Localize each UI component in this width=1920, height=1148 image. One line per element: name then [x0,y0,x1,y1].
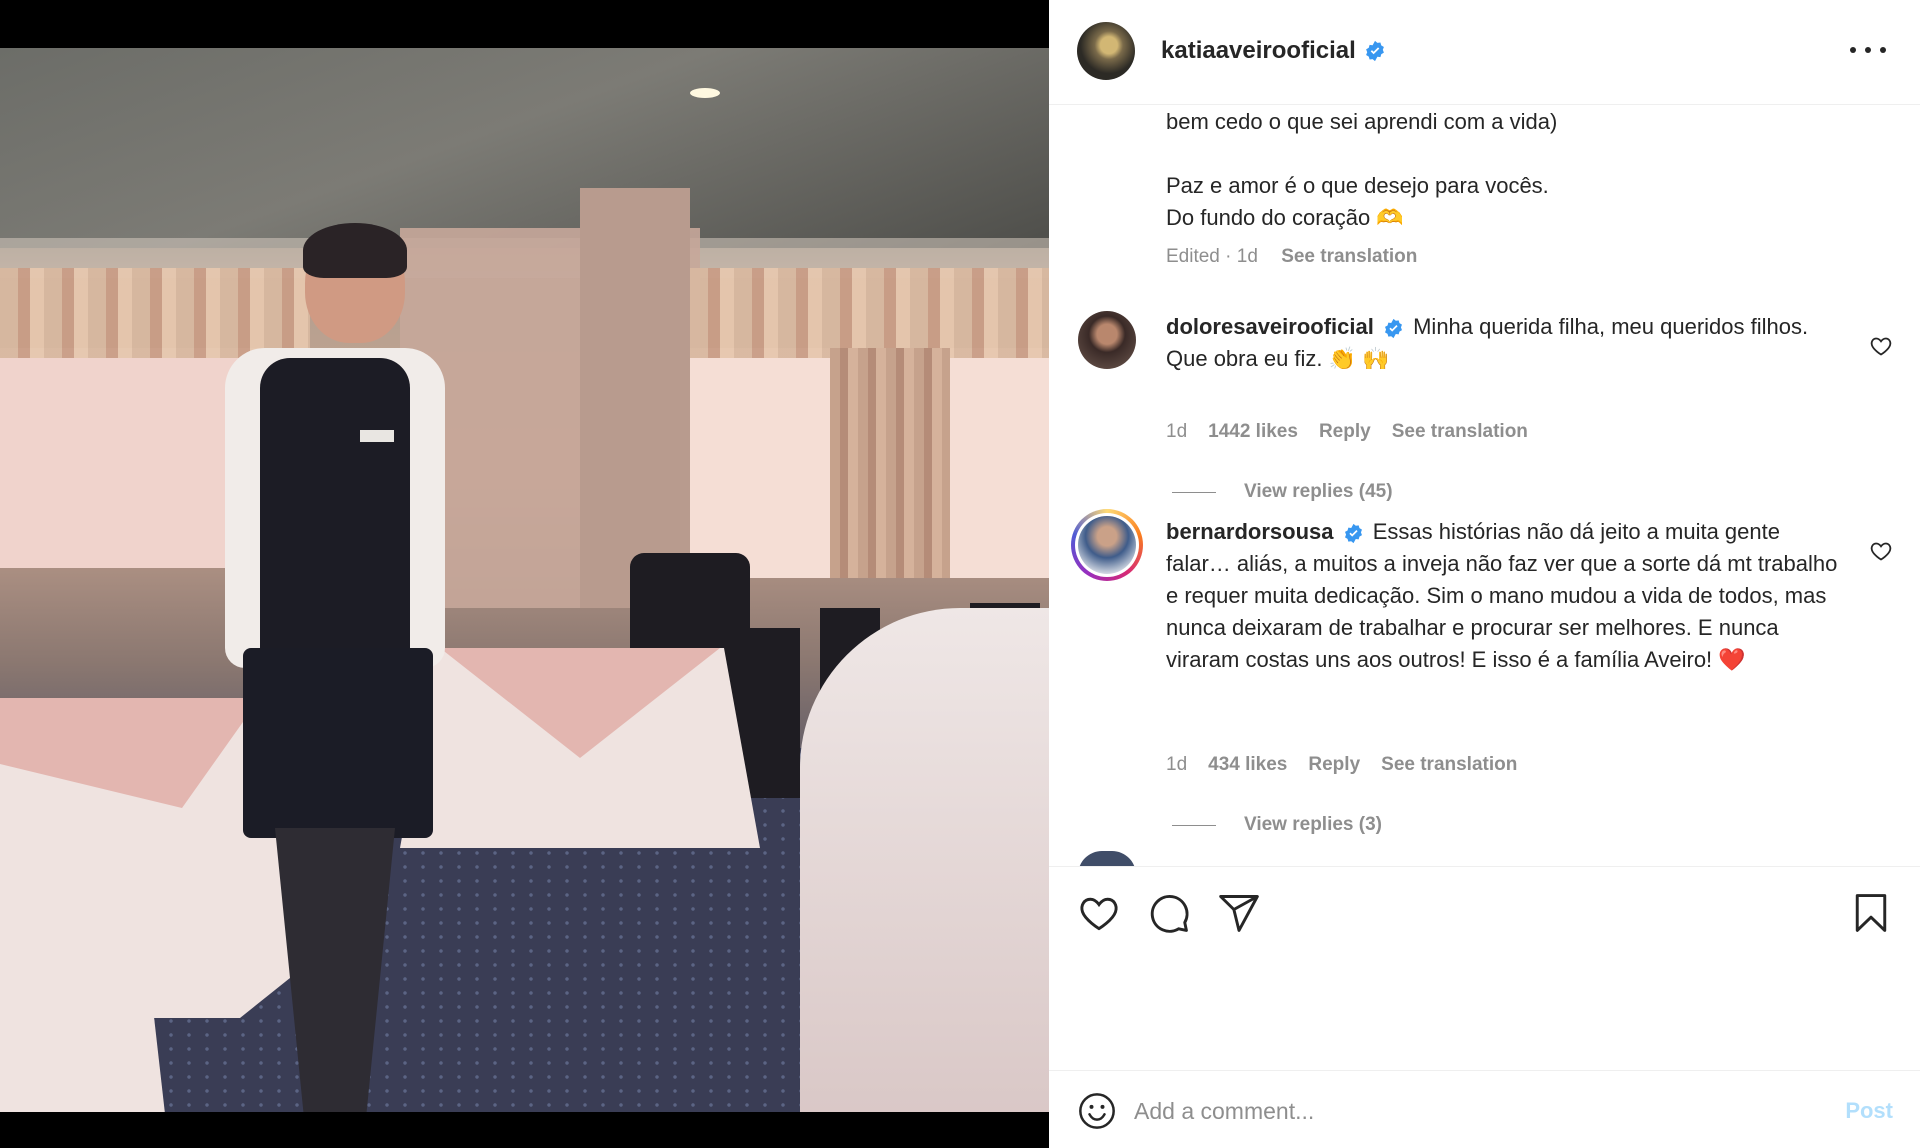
view-replies-button[interactable]: View replies (45) [1172,481,1393,503]
caption-meta: Edited · 1d See translation [1166,246,1417,268]
waitress-hair [303,223,407,278]
view-replies-button[interactable]: View replies (3) [1172,814,1382,836]
post-caption: bem cedo o que sei aprendi com a vida) P… [1166,106,1866,234]
commenter-avatar[interactable] [1078,851,1136,866]
emoji-icon[interactable] [1077,1091,1117,1131]
share-icon-svg [1219,895,1259,932]
waitress-badge [360,430,394,442]
photo-ceiling-lamp [690,88,720,98]
caption-line: Do fundo do coração 🫶 [1166,205,1404,230]
caption-edited-time: Edited · 1d [1166,246,1258,267]
comments-scroll-area[interactable]: bem cedo o que sei aprendi com a vida) P… [1049,106,1920,866]
photo-drape-right [830,348,950,578]
photo-waitress [205,178,465,1112]
comment-like-heart-icon[interactable] [1869,334,1893,358]
heart-icon[interactable] [1077,891,1121,935]
post-comment-button[interactable]: Post [1845,1098,1893,1124]
comment-reply-button[interactable]: Reply [1319,421,1371,443]
comment-likes[interactable]: 1442 likes [1208,421,1298,443]
caption-see-translation[interactable]: See translation [1281,246,1417,267]
heart-icon-svg [1080,897,1118,931]
comment-body: doloresaveirooficial Minha querida filha… [1166,311,1846,375]
comment-icon[interactable] [1147,891,1191,935]
commenter-username[interactable]: doloresaveirooficial [1166,314,1374,339]
caption-line: Paz e amor é o que desejo para vocês. [1166,173,1549,198]
comment-meta: 1d 434 likes Reply See translation [1166,754,1517,776]
comment-age: 1d [1166,421,1188,442]
view-replies-label: View replies (3) [1244,814,1382,835]
more-dot [1850,47,1856,53]
verified-badge-icon [1365,40,1384,62]
add-comment-bar: Post [1049,1070,1920,1148]
verified-badge-icon [1384,318,1402,338]
post-action-bar [1049,866,1920,1071]
commenter-username[interactable]: bernardorsousa [1166,519,1334,544]
bookmark-icon-svg [1855,894,1887,932]
photo-ceiling [0,48,1049,248]
waitress-vest [260,358,410,678]
author-name-row: katiaaveirooficial [1161,37,1386,65]
view-replies-line [1172,824,1216,826]
post-media[interactable] [0,0,1049,1148]
bookmark-icon[interactable] [1849,891,1893,935]
comment-like-heart-icon[interactable] [1869,539,1893,563]
post-header: katiaaveirooficial [1049,0,1920,105]
post-photo[interactable] [0,48,1049,1112]
comment-likes[interactable]: 434 likes [1208,754,1287,776]
comment-age: 1d [1166,754,1188,775]
photo-foreground-arm [800,608,1049,1112]
comment-input[interactable] [1134,1089,1774,1133]
photo-curtain-right [690,268,1049,358]
more-dot [1865,47,1871,53]
comment-reply-button[interactable]: Reply [1308,754,1360,776]
author-username[interactable]: katiaaveirooficial [1161,37,1356,65]
commenter-avatar[interactable] [1078,516,1136,574]
more-dot [1880,47,1886,53]
view-replies-line [1172,491,1216,493]
comment-body: bernardorsousa Essas histórias não dá je… [1166,516,1846,676]
caption-gap [1166,138,1866,170]
photo-pillar [580,188,690,608]
comment-see-translation[interactable]: See translation [1381,754,1517,776]
emoji-icon-svg [1079,1093,1115,1129]
verified-badge-icon [1344,523,1362,543]
caption-line: bem cedo o que sei aprendi com a vida) [1166,109,1558,134]
comment-meta: 1d 1442 likes Reply See translation [1166,421,1528,443]
waitress-legs [275,828,395,1112]
share-icon[interactable] [1217,891,1261,935]
comment-see-translation[interactable]: See translation [1392,421,1528,443]
more-options-icon[interactable] [1850,36,1886,64]
author-avatar[interactable] [1077,22,1135,80]
view-replies-label: View replies (45) [1244,481,1393,502]
waitress-skirt [243,648,433,838]
post-side-panel: katiaaveirooficial bem cedo o que sei ap… [1049,0,1920,1148]
commenter-avatar[interactable] [1078,311,1136,369]
comment-icon-svg [1150,895,1189,933]
